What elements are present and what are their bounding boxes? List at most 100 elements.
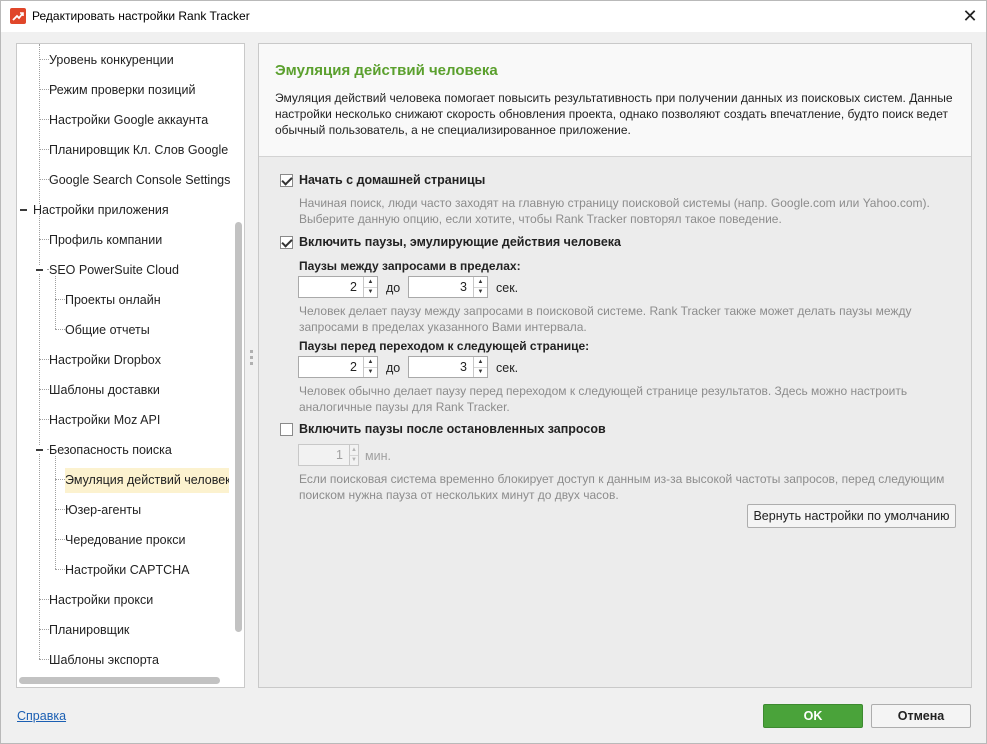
tree-line [39,149,49,150]
tree-line [39,179,49,180]
tree-line [55,329,65,330]
collapse-icon[interactable] [19,205,28,214]
tree-line [39,89,49,90]
before-next-page-to-spinner[interactable]: ▲▼ [408,356,488,378]
spin-up-icon[interactable]: ▲ [350,445,358,455]
tree-vertical-scrollbar[interactable] [233,44,244,674]
stopped-pauses-input[interactable] [299,445,349,465]
tree-line [39,359,49,360]
settings-tree: Уровень конкуренции Режим проверки позиц… [16,43,245,688]
tree-line [55,539,65,540]
spin-up-icon[interactable]: ▲ [364,277,377,287]
tree-item-user-agents[interactable]: Юзер-агенты [65,499,141,521]
tree-item-proxy-settings[interactable]: Настройки прокси [49,589,153,611]
page-title: Эмуляция действий человека [275,62,498,79]
spin-down-icon[interactable]: ▼ [364,286,377,298]
scrollbar-thumb[interactable] [19,677,220,684]
tree-item-seo-powersuite-cloud[interactable]: SEO PowerSuite Cloud [49,259,179,281]
collapse-icon[interactable] [35,445,44,454]
tree-line [55,569,65,570]
collapse-icon[interactable] [35,265,44,274]
pauses-checkbox-row[interactable]: Включить паузы, эмулирующие действия чел… [280,235,621,249]
tree-item-delivery-templates[interactable]: Шаблоны доставки [49,379,160,401]
spin-down-icon[interactable]: ▼ [474,366,487,378]
before-next-page-to-input[interactable] [409,357,473,377]
between-requests-unit: сек. [496,281,519,295]
tree-item-google-keyword-planner[interactable]: Планировщик Кл. Слов Google [49,139,228,161]
cancel-button[interactable]: Отмена [871,704,971,728]
stopped-pauses-spinner[interactable]: ▲▼ [298,444,359,466]
stopped-pauses-checkbox[interactable] [280,422,293,436]
between-requests-hint: Человек делает паузу между запросами в п… [299,304,912,334]
stopped-pauses-hint: Если поисковая система временно блокируе… [299,472,945,502]
tree-line [39,44,40,204]
between-requests-from-spinner[interactable]: ▲▼ [298,276,378,298]
tree-line [39,59,49,60]
between-requests-to-word: до [386,281,401,295]
stopped-pauses-checkbox-row[interactable]: Включить паузы после остановленных запро… [280,422,606,436]
tree-line [55,479,65,480]
before-next-page-hint: Человек обычно делает паузу перед перехо… [299,384,908,414]
rank-tracker-app-icon [10,8,26,24]
start-home-checkbox[interactable] [280,173,293,187]
tree-item-scheduler[interactable]: Планировщик [49,619,129,641]
reset-defaults-button[interactable]: Вернуть настройки по умолчанию [747,504,956,528]
tree-item-app-settings[interactable]: Настройки приложения [33,199,169,221]
spin-up-icon[interactable]: ▲ [474,277,487,287]
tree-item-human-emulation[interactable]: Эмуляция действий человека [65,468,229,493]
tree-item-google-account[interactable]: Настройки Google аккаунта [49,109,208,131]
close-icon[interactable]: ✕ [962,6,977,27]
tree-line [55,509,65,510]
start-home-hint: Начиная поиск, люди часто заходят на гла… [299,196,930,226]
scrollbar-thumb[interactable] [235,222,242,632]
stopped-pauses-unit: мин. [365,449,391,463]
before-next-page-label: Паузы перед переходом к следующей страни… [299,339,590,353]
tree-line [39,419,49,420]
before-next-page-unit: сек. [496,361,519,375]
between-requests-to-input[interactable] [409,277,473,297]
spin-down-icon[interactable]: ▼ [364,366,377,378]
tree-item-shared-reports[interactable]: Общие отчеты [65,319,150,341]
pauses-label[interactable]: Включить паузы, эмулирующие действия чел… [299,235,621,249]
title-bar: Редактировать настройки Rank Tracker ✕ [1,1,986,32]
start-home-label[interactable]: Начать с домашней страницы [299,173,485,187]
tree-line [39,629,49,630]
close-button[interactable]: ✕ [953,1,987,32]
settings-dialog: Редактировать настройки Rank Tracker ✕ У… [0,0,987,744]
tree-item-proxy-rotation[interactable]: Чередование прокси [65,529,185,551]
tree-item-rank-check-mode[interactable]: Режим проверки позиций [49,79,195,101]
before-next-page-from-input[interactable] [299,357,363,377]
spin-down-icon[interactable]: ▼ [350,454,358,466]
tree-line [39,239,49,240]
start-home-checkbox-row[interactable]: Начать с домашней страницы [280,173,485,187]
tree-item-export-templates[interactable]: Шаблоны экспорта [49,649,159,671]
splitter-handle[interactable] [250,350,254,366]
tree-horizontal-scrollbar[interactable] [17,674,233,687]
help-link[interactable]: Справка [17,709,66,723]
tree-item-competition-level[interactable]: Уровень конкуренции [49,49,174,71]
tree-item-captcha-settings[interactable]: Настройки CAPTCHA [65,559,190,581]
between-requests-to-spinner[interactable]: ▲▼ [408,276,488,298]
tree-item-moz-api-settings[interactable]: Настройки Moz API [49,409,160,431]
stopped-pauses-label[interactable]: Включить паузы после остановленных запро… [299,422,606,436]
tree-item-search-safety[interactable]: Безопасность поиска [49,439,172,461]
between-requests-label: Паузы между запросами в пределах: [299,259,521,273]
spin-up-icon[interactable]: ▲ [474,357,487,367]
tree-item-dropbox-settings[interactable]: Настройки Dropbox [49,349,161,371]
tree-line [39,599,49,600]
tree-item-google-search-console[interactable]: Google Search Console Settings [49,169,230,191]
settings-panel: Эмуляция действий человека Эмуляция дейс… [258,43,972,688]
before-next-page-to-word: до [386,361,401,375]
pauses-checkbox[interactable] [280,235,293,249]
tree-line [39,214,40,659]
spin-down-icon[interactable]: ▼ [474,286,487,298]
tree-line [39,659,49,660]
between-requests-from-input[interactable] [299,277,363,297]
tree-line [39,119,49,120]
tree-item-online-projects[interactable]: Проекты онлайн [65,289,161,311]
tree-item-company-profile[interactable]: Профиль компании [49,229,162,251]
panel-header: Эмуляция действий человека Эмуляция дейс… [259,44,971,157]
before-next-page-from-spinner[interactable]: ▲▼ [298,356,378,378]
spin-up-icon[interactable]: ▲ [364,357,377,367]
ok-button[interactable]: OK [763,704,863,728]
